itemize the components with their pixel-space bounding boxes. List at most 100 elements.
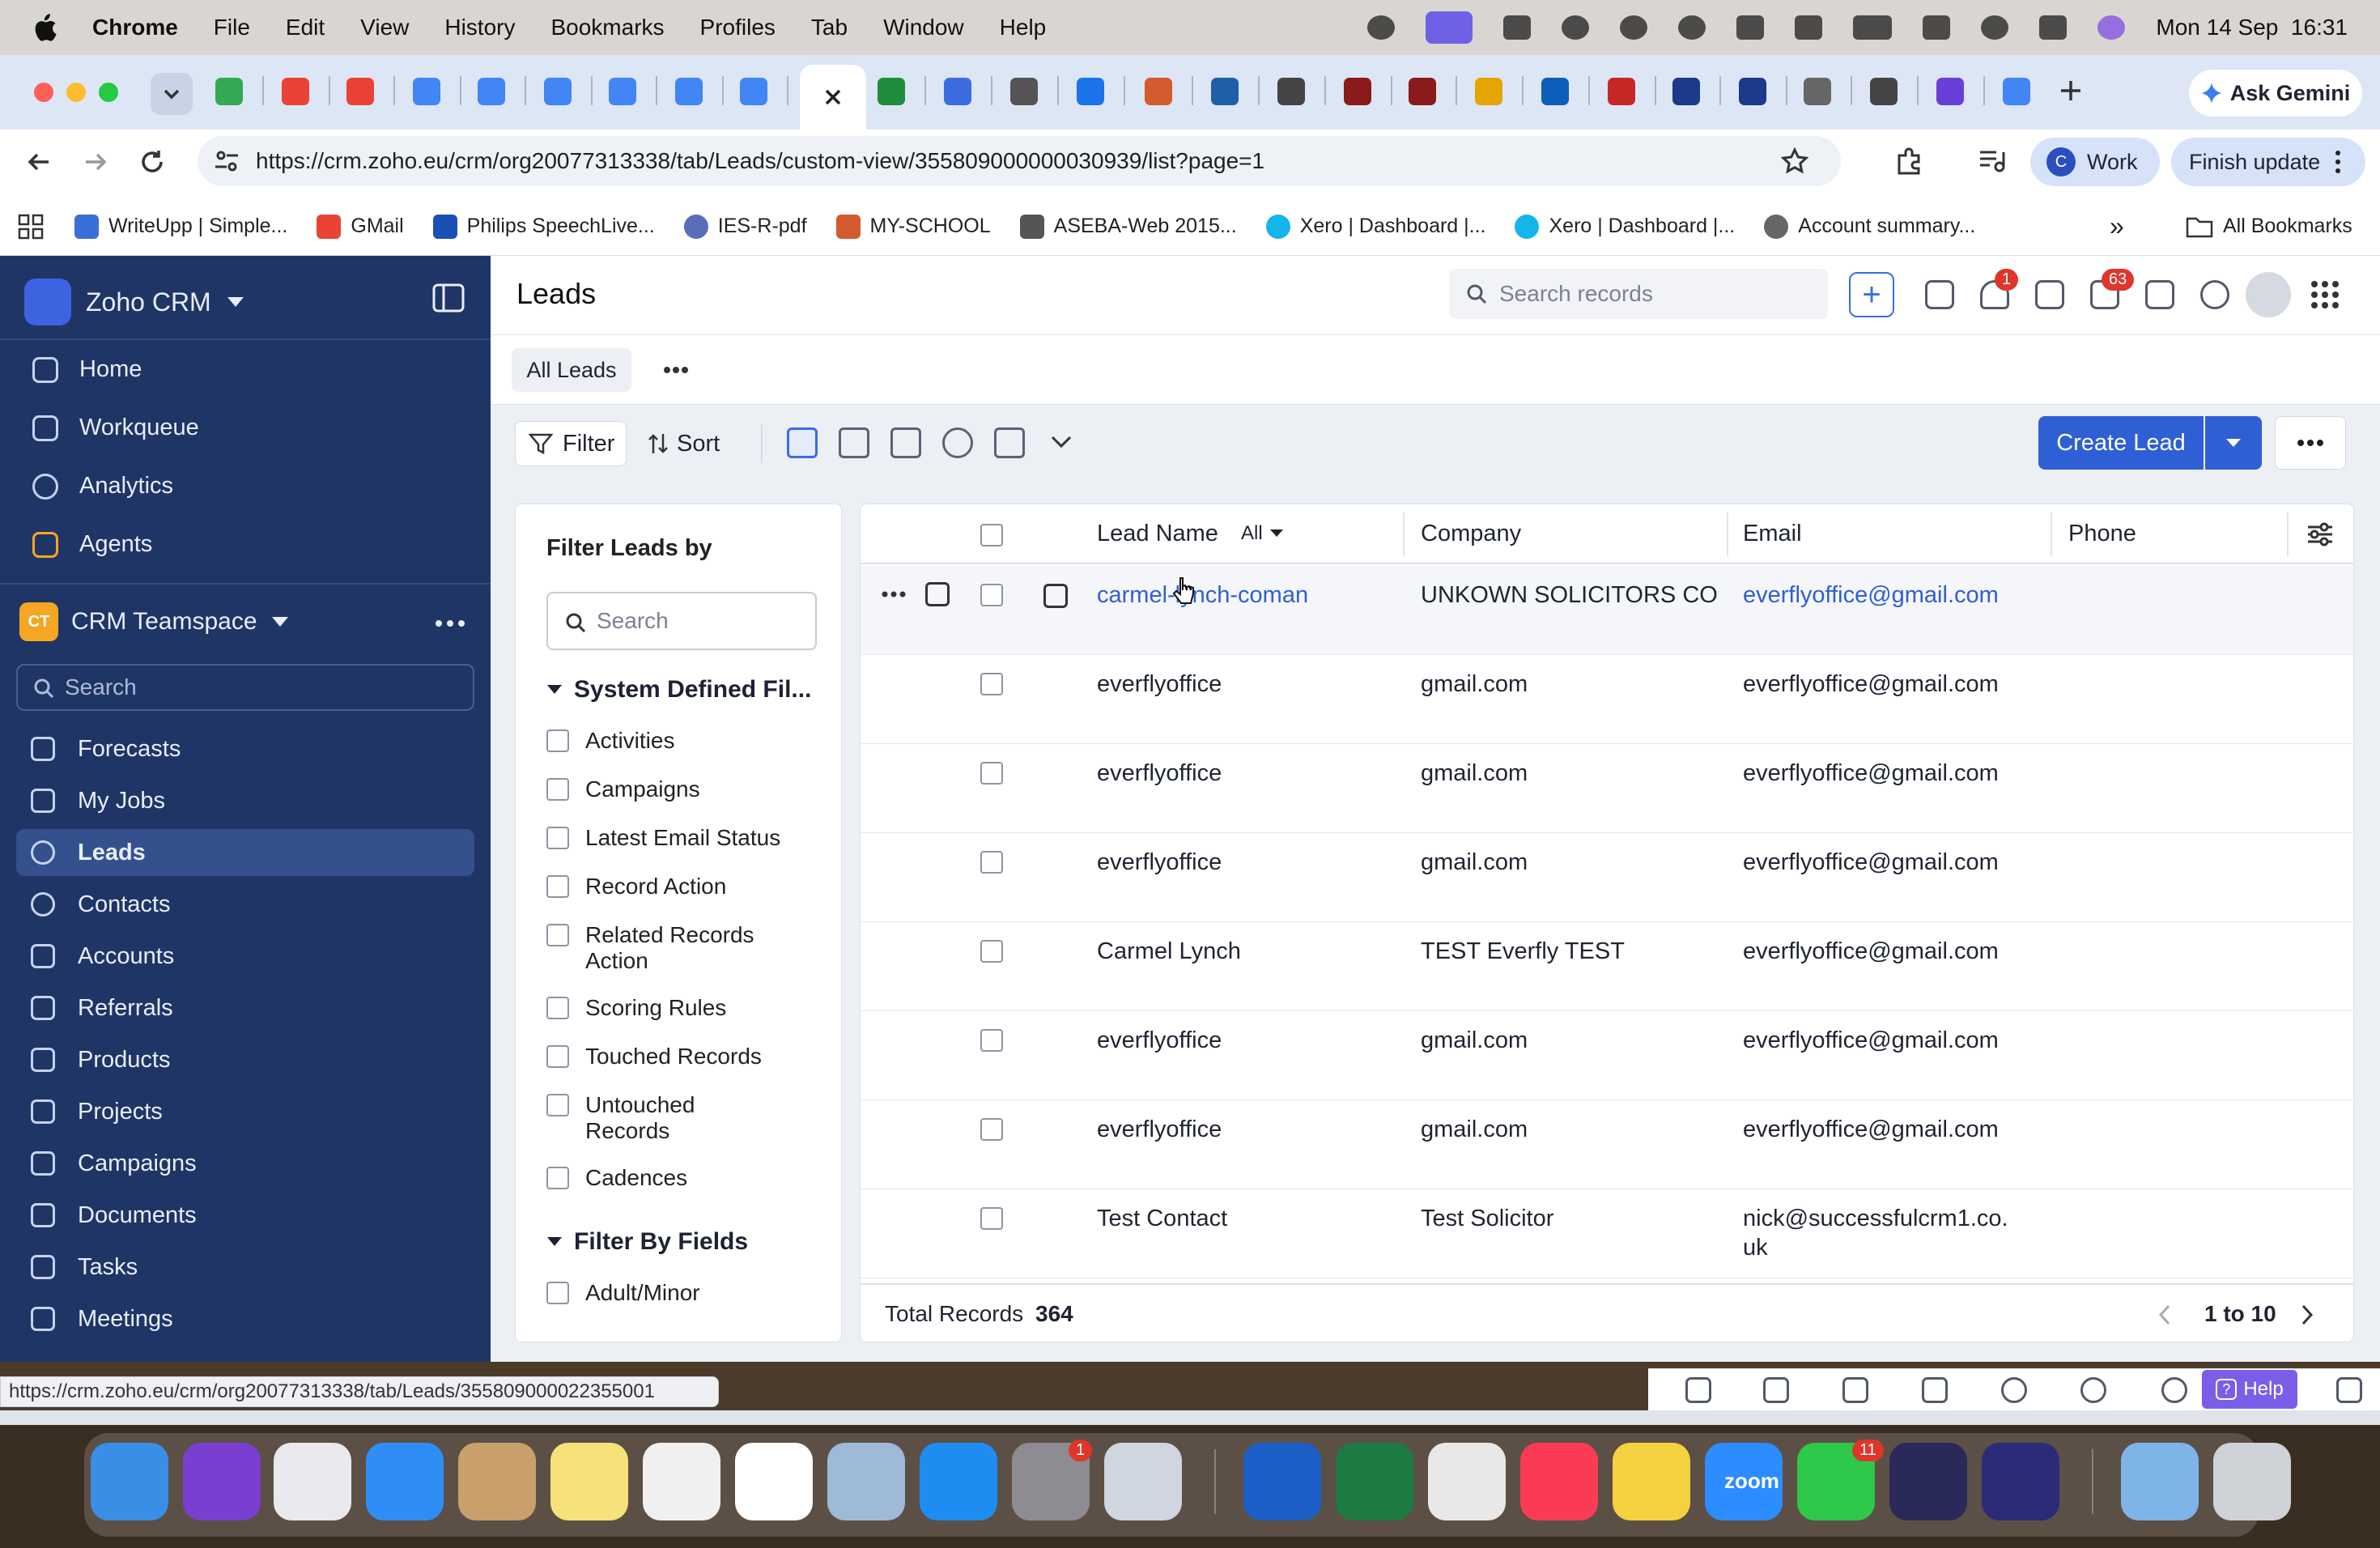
menu-file[interactable]: File (214, 15, 250, 40)
field-filters-group[interactable]: Filter By Fields (546, 1228, 748, 1256)
nav-agents[interactable]: Agents (32, 531, 152, 558)
nav-home[interactable]: Home (32, 356, 142, 383)
more-views-chevron-icon[interactable] (1049, 432, 1073, 452)
zoom-tray-icon[interactable] (1367, 15, 1396, 40)
siri-icon[interactable] (183, 1443, 261, 1520)
menu-bookmarks[interactable]: Bookmarks (550, 15, 664, 40)
sidebar-toggle-icon[interactable] (432, 283, 465, 313)
filter-scoring-rules[interactable]: Scoring Rules (546, 995, 796, 1021)
new-tab-button[interactable] (2055, 74, 2087, 107)
checkbox[interactable] (546, 778, 569, 801)
module-referrals[interactable]: Referrals (16, 985, 474, 1031)
table-row[interactable]: carmel-lynch-coman UNKOWN SOLICITORS CO ev… (861, 566, 2353, 655)
email-cell[interactable]: everflyoffice@gmail.com (1743, 759, 2010, 788)
kanban-view-icon[interactable] (839, 427, 869, 458)
module-leads[interactable]: Leads (16, 829, 474, 876)
profile-button[interactable]: C Work (2030, 138, 2160, 186)
select-all-checkbox[interactable] (980, 524, 1003, 546)
module-campaigns[interactable]: Campaigns (16, 1140, 474, 1187)
help-button[interactable]: ? Help (2202, 1370, 2297, 1409)
lead-name-cell[interactable]: Carmel Lynch (1097, 937, 1241, 966)
menu-edit[interactable]: Edit (286, 15, 325, 40)
table-row[interactable]: everflyoffice gmail.com everflyoffice@gmai… (861, 833, 2353, 922)
table-row[interactable]: Carmel Lynch TEST Everfly TEST everflyoffi… (861, 922, 2353, 1011)
module-contacts[interactable]: Contacts (16, 881, 474, 928)
all-bookmarks-folder[interactable]: All Bookmarks (2186, 215, 2352, 238)
quick-create-button[interactable]: + (1849, 272, 1894, 317)
window-minimize-button[interactable] (66, 83, 86, 102)
sort-button[interactable]: Sort (648, 421, 720, 466)
create-lead-dropdown-button[interactable] (2205, 416, 2262, 470)
notes-icon[interactable] (1922, 1377, 1948, 1403)
tab-favicon-icon[interactable] (346, 78, 374, 105)
email-cell[interactable]: everflyoffice@gmail.com (1743, 1115, 2010, 1144)
org-switcher[interactable]: Zoho CRM (24, 279, 245, 325)
filter-touched-records[interactable]: Touched Records (546, 1044, 796, 1070)
row-status-icon[interactable] (1043, 584, 1068, 608)
row-notes-icon[interactable] (925, 582, 950, 606)
row-checkbox[interactable] (980, 1029, 1003, 1052)
notes-icon[interactable] (550, 1443, 628, 1520)
row-checkbox[interactable] (980, 762, 1003, 785)
tab-favicon-icon[interactable] (1145, 78, 1172, 105)
apple-icon[interactable] (32, 14, 57, 41)
capcut-icon[interactable] (735, 1443, 813, 1520)
chart-view-icon[interactable] (942, 427, 973, 458)
lead-name-cell[interactable]: everflyoffice (1097, 1026, 1222, 1055)
window-close-button[interactable] (34, 83, 53, 102)
tab-favicon-icon[interactable] (1409, 78, 1436, 105)
announcements-icon[interactable] (1763, 1377, 1789, 1403)
close-tab-icon[interactable] (800, 65, 866, 130)
contacts-icon[interactable] (458, 1443, 536, 1520)
tab-favicon-icon[interactable] (215, 78, 243, 105)
menubar-clock[interactable]: Mon 14 Sep 16:31 (2156, 15, 2348, 40)
excel-icon[interactable] (1336, 1443, 1413, 1520)
filter-button[interactable]: Filter (515, 421, 627, 466)
list-view-icon[interactable] (787, 427, 818, 458)
checkbox[interactable] (546, 827, 569, 849)
filter-latest-email-status[interactable]: Latest Email Status (546, 825, 796, 851)
tab-favicon-icon[interactable] (1077, 78, 1104, 105)
menu-history[interactable]: History (444, 15, 515, 40)
column-settings-icon[interactable] (2306, 521, 2334, 548)
table-row[interactable]: everflyoffice gmail.com everflyoffice@gmai… (861, 1011, 2353, 1100)
tab-favicon-icon[interactable] (1541, 78, 1569, 105)
menu-view[interactable]: View (360, 15, 409, 40)
tab-favicon-icon[interactable] (740, 78, 767, 105)
finish-update-button[interactable]: Finish update (2171, 138, 2365, 186)
spotlight-search-icon[interactable] (1981, 15, 2009, 40)
finder-icon[interactable] (91, 1443, 168, 1520)
lead-name-cell[interactable]: Test Contact (1097, 1204, 1227, 1233)
table-row[interactable]: everflyoffice gmail.com everflyoffice@gmai… (861, 744, 2353, 833)
module-projects[interactable]: Projects (16, 1088, 474, 1135)
tab-active[interactable] (800, 65, 866, 130)
row-checkbox[interactable] (980, 1118, 1003, 1141)
mail-tray-icon[interactable] (1620, 15, 1648, 40)
email-cell[interactable]: everflyoffice@gmail.com (1743, 937, 2010, 966)
column-lead-name[interactable]: Lead Name (1097, 521, 1218, 547)
tab-favicon-icon[interactable] (413, 78, 440, 105)
bookmark-account-summary[interactable]: Account summary... (1764, 214, 1975, 239)
email-cell[interactable]: everflyoffice@gmail.com (1743, 670, 2010, 699)
module-meetings[interactable]: Meetings (16, 1295, 474, 1342)
module-accounts[interactable]: Accounts (16, 933, 474, 980)
keyboard-tray-icon[interactable] (1503, 15, 1532, 40)
bottom-tool-icon[interactable] (1685, 1377, 1711, 1403)
freeform-icon[interactable] (643, 1443, 720, 1520)
email-cell[interactable]: everflyoffice@gmail.com (1743, 1026, 2010, 1055)
screen-share-tray-icon[interactable] (1426, 11, 1473, 44)
extensions-puzzle-icon[interactable] (1894, 146, 1925, 176)
user-avatar[interactable] (2246, 272, 2291, 317)
gemini-app-icon[interactable] (1889, 1443, 1967, 1520)
tab-all-leads[interactable]: All Leads (512, 348, 631, 392)
music-icon[interactable] (1520, 1443, 1598, 1520)
forward-arrow-icon[interactable] (79, 146, 112, 178)
lead-name-cell[interactable]: everflyoffice (1097, 759, 1222, 788)
teamspace-more-icon[interactable] (434, 619, 466, 628)
row-checkbox[interactable] (980, 673, 1003, 695)
module-products[interactable]: Products (16, 1036, 474, 1083)
module-my-jobs[interactable]: My Jobs (16, 777, 474, 824)
filter-record-action[interactable]: Record Action (546, 874, 796, 899)
battery-icon[interactable] (1853, 15, 1893, 40)
tab-favicon-icon[interactable] (1739, 78, 1766, 105)
